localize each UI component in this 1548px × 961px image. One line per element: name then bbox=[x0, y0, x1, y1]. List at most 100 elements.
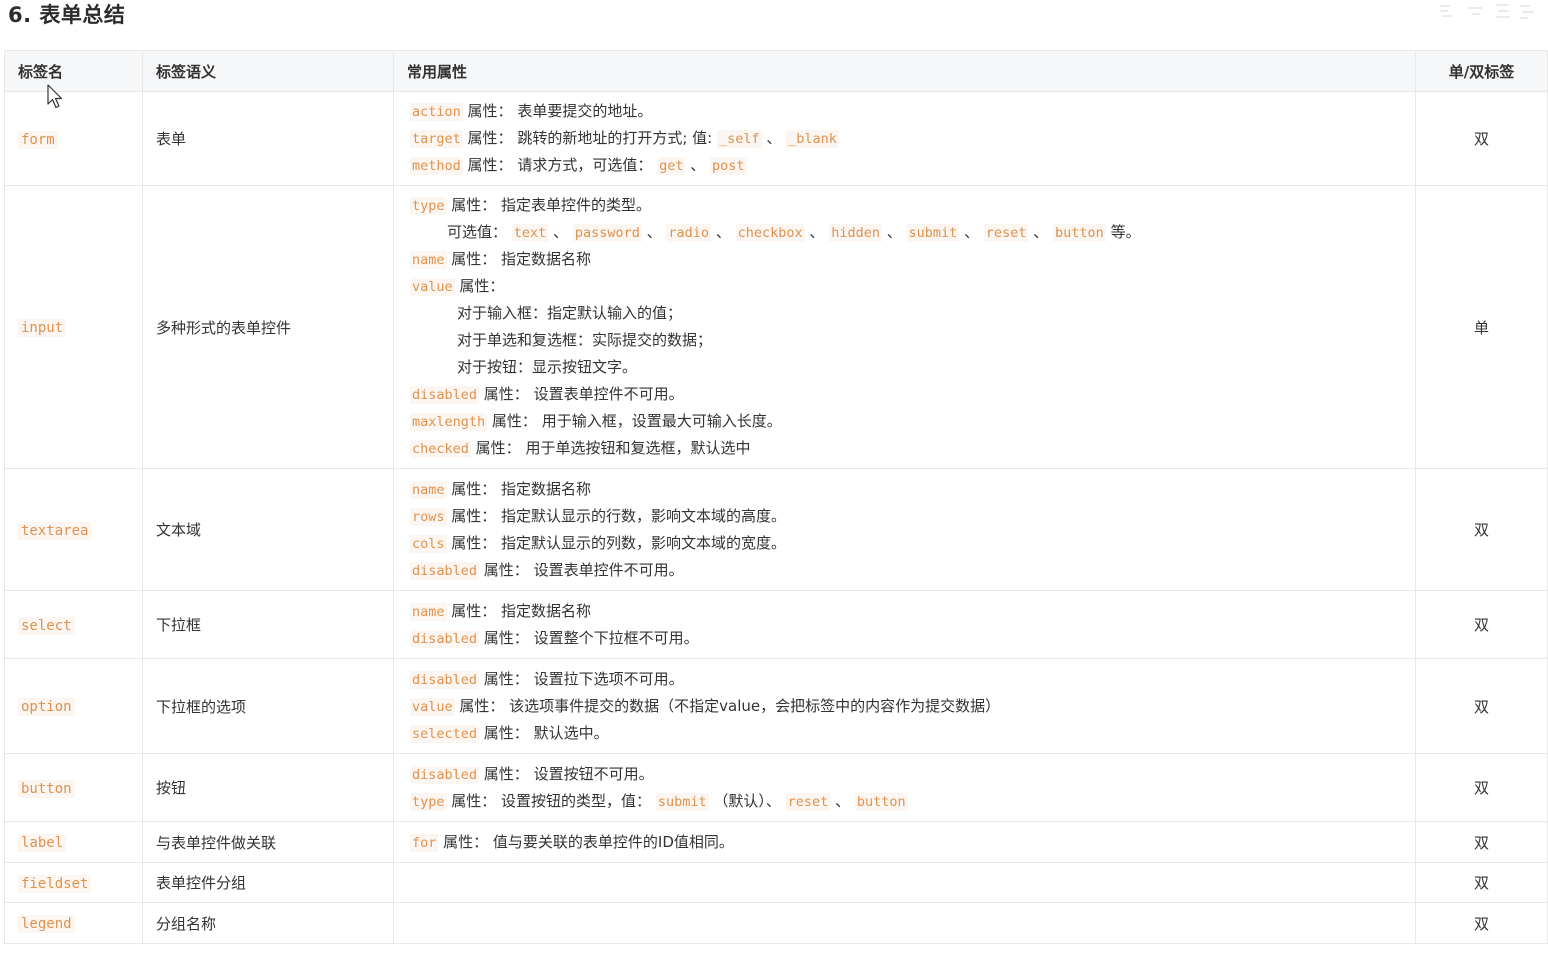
attribute-text: 属性： 指定默认显示的列数，影响文本域的宽度。 bbox=[446, 533, 787, 552]
attributes-cell: type 属性： 指定表单控件的类型。 可选值： text 、 password … bbox=[393, 185, 1416, 469]
attribute-line: method 属性： 请求方式，可选值： get 、 post bbox=[410, 152, 1402, 179]
attribute-text: 、 bbox=[685, 156, 711, 174]
attribute-code: _blank bbox=[786, 130, 839, 148]
attribute-text: 属性： 设置按钮的类型，值： bbox=[446, 791, 656, 810]
attribute-code: disabled bbox=[410, 765, 480, 784]
attribute-text: 属性： 设置整个下拉框不可用。 bbox=[479, 628, 699, 647]
tag-meaning-cell: 与表单控件做关联 bbox=[142, 821, 394, 863]
attribute-line: name 属性： 指定数据名称 bbox=[410, 246, 1402, 273]
attribute-text: 等。 bbox=[1105, 223, 1141, 241]
attribute-code: name bbox=[410, 251, 447, 269]
attribute-code: disabled bbox=[410, 561, 480, 580]
tag-name-code: legend bbox=[18, 915, 75, 933]
attribute-text: 属性： 指定数据名称 bbox=[446, 601, 592, 620]
attribute-text: 属性： 用于输入框，设置最大可输入长度。 bbox=[487, 412, 782, 430]
tag-name-code: select bbox=[18, 616, 75, 635]
attributes-cell: name 属性： 指定数据名称 disabled 属性： 设置整个下拉框不可用。 bbox=[393, 590, 1416, 659]
attribute-line: target 属性： 跳转的新地址的打开方式; 值: _self 、 _blan… bbox=[410, 125, 1402, 152]
attribute-line: disabled 属性： 设置表单控件不可用。 bbox=[410, 381, 1402, 408]
attribute-line: cols 属性： 指定默认显示的列数，影响文本域的宽度。 bbox=[410, 530, 1402, 557]
single-double-cell: 双 bbox=[1415, 658, 1548, 754]
attribute-code: post bbox=[710, 157, 747, 175]
attribute-code: get bbox=[657, 157, 686, 175]
attribute-text: 属性： 指定默认显示的行数，影响文本域的高度。 bbox=[446, 506, 787, 525]
table-body: form 表单 action 属性： 表单要提交的地址。 target 属性： 跳转的… bbox=[4, 91, 1548, 944]
attribute-text: 对于单选和复选框：实际提交的数据； bbox=[457, 331, 713, 349]
attribute-line: rows 属性： 指定默认显示的行数，影响文本域的高度。 bbox=[410, 503, 1402, 530]
attribute-code: button bbox=[854, 792, 908, 811]
attribute-code: reset bbox=[983, 224, 1029, 242]
attribute-line: selected 属性： 默认选中。 bbox=[410, 720, 1402, 747]
table-row: form 表单 action 属性： 表单要提交的地址。 target 属性： 跳转的… bbox=[4, 91, 1548, 186]
tag-name-code: form bbox=[18, 130, 58, 149]
attribute-text: 属性： 值与要关联的表单控件的ID值相同。 bbox=[438, 832, 734, 851]
attribute-text: 、 bbox=[881, 223, 907, 241]
attribute-code: button bbox=[1053, 224, 1106, 242]
attribute-code: maxlength bbox=[410, 413, 488, 431]
attribute-text: 属性： 指定数据名称 bbox=[446, 479, 592, 498]
attributes-cell: for 属性： 值与要关联的表单控件的ID值相同。 bbox=[393, 821, 1416, 863]
attribute-code: password bbox=[572, 224, 642, 242]
attributes-cell: disabled 属性： 设置按钮不可用。 type 属性： 设置按钮的类型，值：… bbox=[393, 753, 1416, 822]
attribute-text: 、 bbox=[830, 791, 855, 810]
attributes-cell: action 属性： 表单要提交的地址。 target 属性： 跳转的新地址的打开… bbox=[393, 91, 1416, 186]
tag-name-code: label bbox=[18, 834, 67, 852]
attributes-cell: name 属性： 指定数据名称 rows 属性： 指定默认显示的行数，影响文本域的… bbox=[393, 468, 1416, 591]
attribute-line: value 属性： 该选项事件提交的数据（不指定value，会把标签中的内容作为… bbox=[410, 693, 1402, 720]
attribute-code: selected bbox=[410, 724, 480, 743]
attribute-text: 属性： 设置表单控件不可用。 bbox=[479, 385, 684, 403]
attribute-text: 属性： 用于单选按钮和复选框，默认选中 bbox=[470, 439, 751, 457]
attribute-text: 属性： 表单要提交的地址。 bbox=[462, 102, 653, 120]
attribute-text: 属性： 设置按钮不可用。 bbox=[479, 764, 654, 783]
tag-name-cell: fieldset bbox=[4, 862, 143, 903]
attribute-code: disabled bbox=[410, 386, 480, 404]
attribute-line: checked 属性： 用于单选按钮和复选框，默认选中 bbox=[410, 435, 1402, 462]
attribute-code: name bbox=[410, 480, 447, 499]
tag-name-code: input bbox=[18, 319, 67, 337]
single-double-cell: 双 bbox=[1415, 468, 1548, 591]
attribute-code: action bbox=[410, 103, 463, 121]
attribute-line: disabled 属性： 设置按钮不可用。 bbox=[410, 761, 1402, 788]
attribute-code: rows bbox=[410, 507, 447, 526]
header-common-attributes: 常用属性 bbox=[393, 50, 1416, 92]
single-double-cell: 双 bbox=[1415, 91, 1548, 186]
single-double-cell: 双 bbox=[1415, 753, 1548, 822]
attribute-text: 属性： 指定数据名称 bbox=[446, 250, 592, 268]
attribute-line: 对于单选和复选框：实际提交的数据； bbox=[410, 327, 1402, 354]
attribute-text: 属性： 设置表单控件不可用。 bbox=[479, 560, 684, 579]
page-title: 6. 表单总结 bbox=[8, 3, 126, 27]
attribute-text: 、 bbox=[1028, 223, 1054, 241]
watermark-icon bbox=[1440, 4, 1534, 19]
table-row: select 下拉框 name 属性： 指定数据名称 disabled 属性： 设置整… bbox=[4, 590, 1548, 659]
tag-name-cell: option bbox=[4, 658, 143, 754]
attributes-cell: disabled 属性： 设置拉下选项不可用。 value 属性： 该选项事件提交… bbox=[393, 658, 1416, 754]
attribute-text: 属性： bbox=[454, 277, 505, 295]
attribute-text: 、 bbox=[761, 129, 787, 147]
tag-meaning-cell: 文本域 bbox=[142, 468, 394, 591]
tag-meaning-cell: 表单控件分组 bbox=[142, 862, 394, 903]
tag-name-cell: label bbox=[4, 821, 143, 863]
single-double-cell: 双 bbox=[1415, 902, 1548, 944]
table-row: fieldset 表单控件分组 双 bbox=[4, 862, 1548, 903]
table-row: legend 分组名称 双 bbox=[4, 902, 1548, 944]
table-header-row: 标签名 标签语义 常用属性 单/双标签 bbox=[4, 50, 1548, 92]
attribute-line: disabled 属性： 设置表单控件不可用。 bbox=[410, 557, 1402, 584]
header-tag-name: 标签名 bbox=[4, 50, 143, 92]
attribute-text: 属性： 请求方式，可选值： bbox=[462, 156, 658, 174]
attribute-code: hidden bbox=[829, 224, 882, 242]
attribute-code: submit bbox=[655, 792, 709, 811]
attribute-code: cols bbox=[410, 534, 447, 553]
attribute-code: checked bbox=[410, 440, 471, 458]
single-double-cell: 单 bbox=[1415, 185, 1548, 469]
mouse-cursor-icon bbox=[47, 84, 63, 109]
tag-name-code: fieldset bbox=[18, 874, 92, 893]
attribute-line: 可选值： text 、 password 、 radio 、 checkbox … bbox=[410, 219, 1402, 246]
attribute-line: type 属性： 设置按钮的类型，值： submit （默认）、 reset 、… bbox=[410, 788, 1402, 815]
attribute-text: 属性： 该选项事件提交的数据（不指定value，会把标签中的内容作为提交数据） bbox=[454, 696, 1001, 715]
table-row: label 与表单控件做关联 for 属性： 值与要关联的表单控件的ID值相同。双 bbox=[4, 821, 1548, 863]
attribute-line: disabled 属性： 设置整个下拉框不可用。 bbox=[410, 625, 1402, 652]
attribute-line: maxlength 属性： 用于输入框，设置最大可输入长度。 bbox=[410, 408, 1402, 435]
attribute-code: target bbox=[410, 130, 463, 148]
attribute-code: checkbox bbox=[735, 224, 805, 242]
tag-meaning-cell: 按钮 bbox=[142, 753, 394, 822]
